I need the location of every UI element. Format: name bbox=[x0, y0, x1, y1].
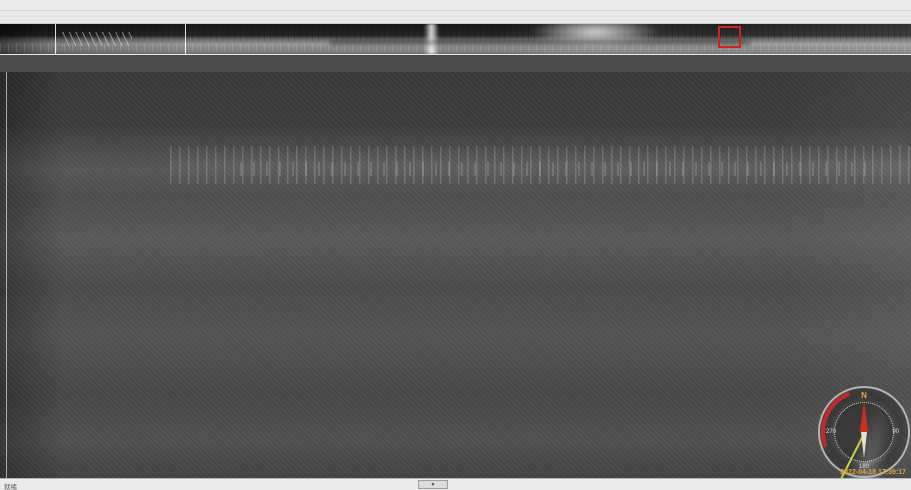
panorama-texture bbox=[0, 24, 911, 41]
status-dropdown[interactable]: ▼ bbox=[418, 480, 448, 489]
compass-needle-south bbox=[861, 432, 867, 458]
panorama-strip[interactable] bbox=[0, 24, 911, 54]
panorama-dark-streak bbox=[330, 40, 750, 45]
compass: N 90 180 270 bbox=[818, 386, 910, 478]
menu-bar bbox=[0, 0, 911, 11]
compass-north-label: N bbox=[861, 391, 867, 400]
panorama-selection-marker[interactable] bbox=[718, 26, 741, 48]
status-bar: 就绪 ▼ bbox=[0, 478, 911, 490]
toolbar bbox=[0, 11, 911, 24]
panorama-frame-divider bbox=[55, 24, 56, 54]
main-thermal-view[interactable]: N 90 180 270 2022-04-18 17:39:17 bbox=[0, 72, 911, 478]
azimuth-ruler[interactable] bbox=[0, 54, 911, 72]
image-noise bbox=[0, 72, 911, 478]
thermal-surveillance-app: N 90 180 270 2022-04-18 17:39:17 就绪 ▼ bbox=[0, 0, 911, 490]
status-ready-label: 就绪 bbox=[4, 481, 17, 490]
panorama-frame-divider bbox=[185, 24, 186, 54]
compass-needle-north bbox=[860, 400, 868, 432]
compass-east-label: 90 bbox=[892, 429, 899, 435]
elevation-ruler-line bbox=[6, 72, 7, 478]
timestamp-overlay: 2022-04-18 17:39:17 bbox=[840, 469, 906, 476]
compass-west-label: 270 bbox=[826, 429, 836, 435]
panorama-hot-column bbox=[424, 24, 439, 54]
panorama-fence bbox=[62, 32, 132, 46]
